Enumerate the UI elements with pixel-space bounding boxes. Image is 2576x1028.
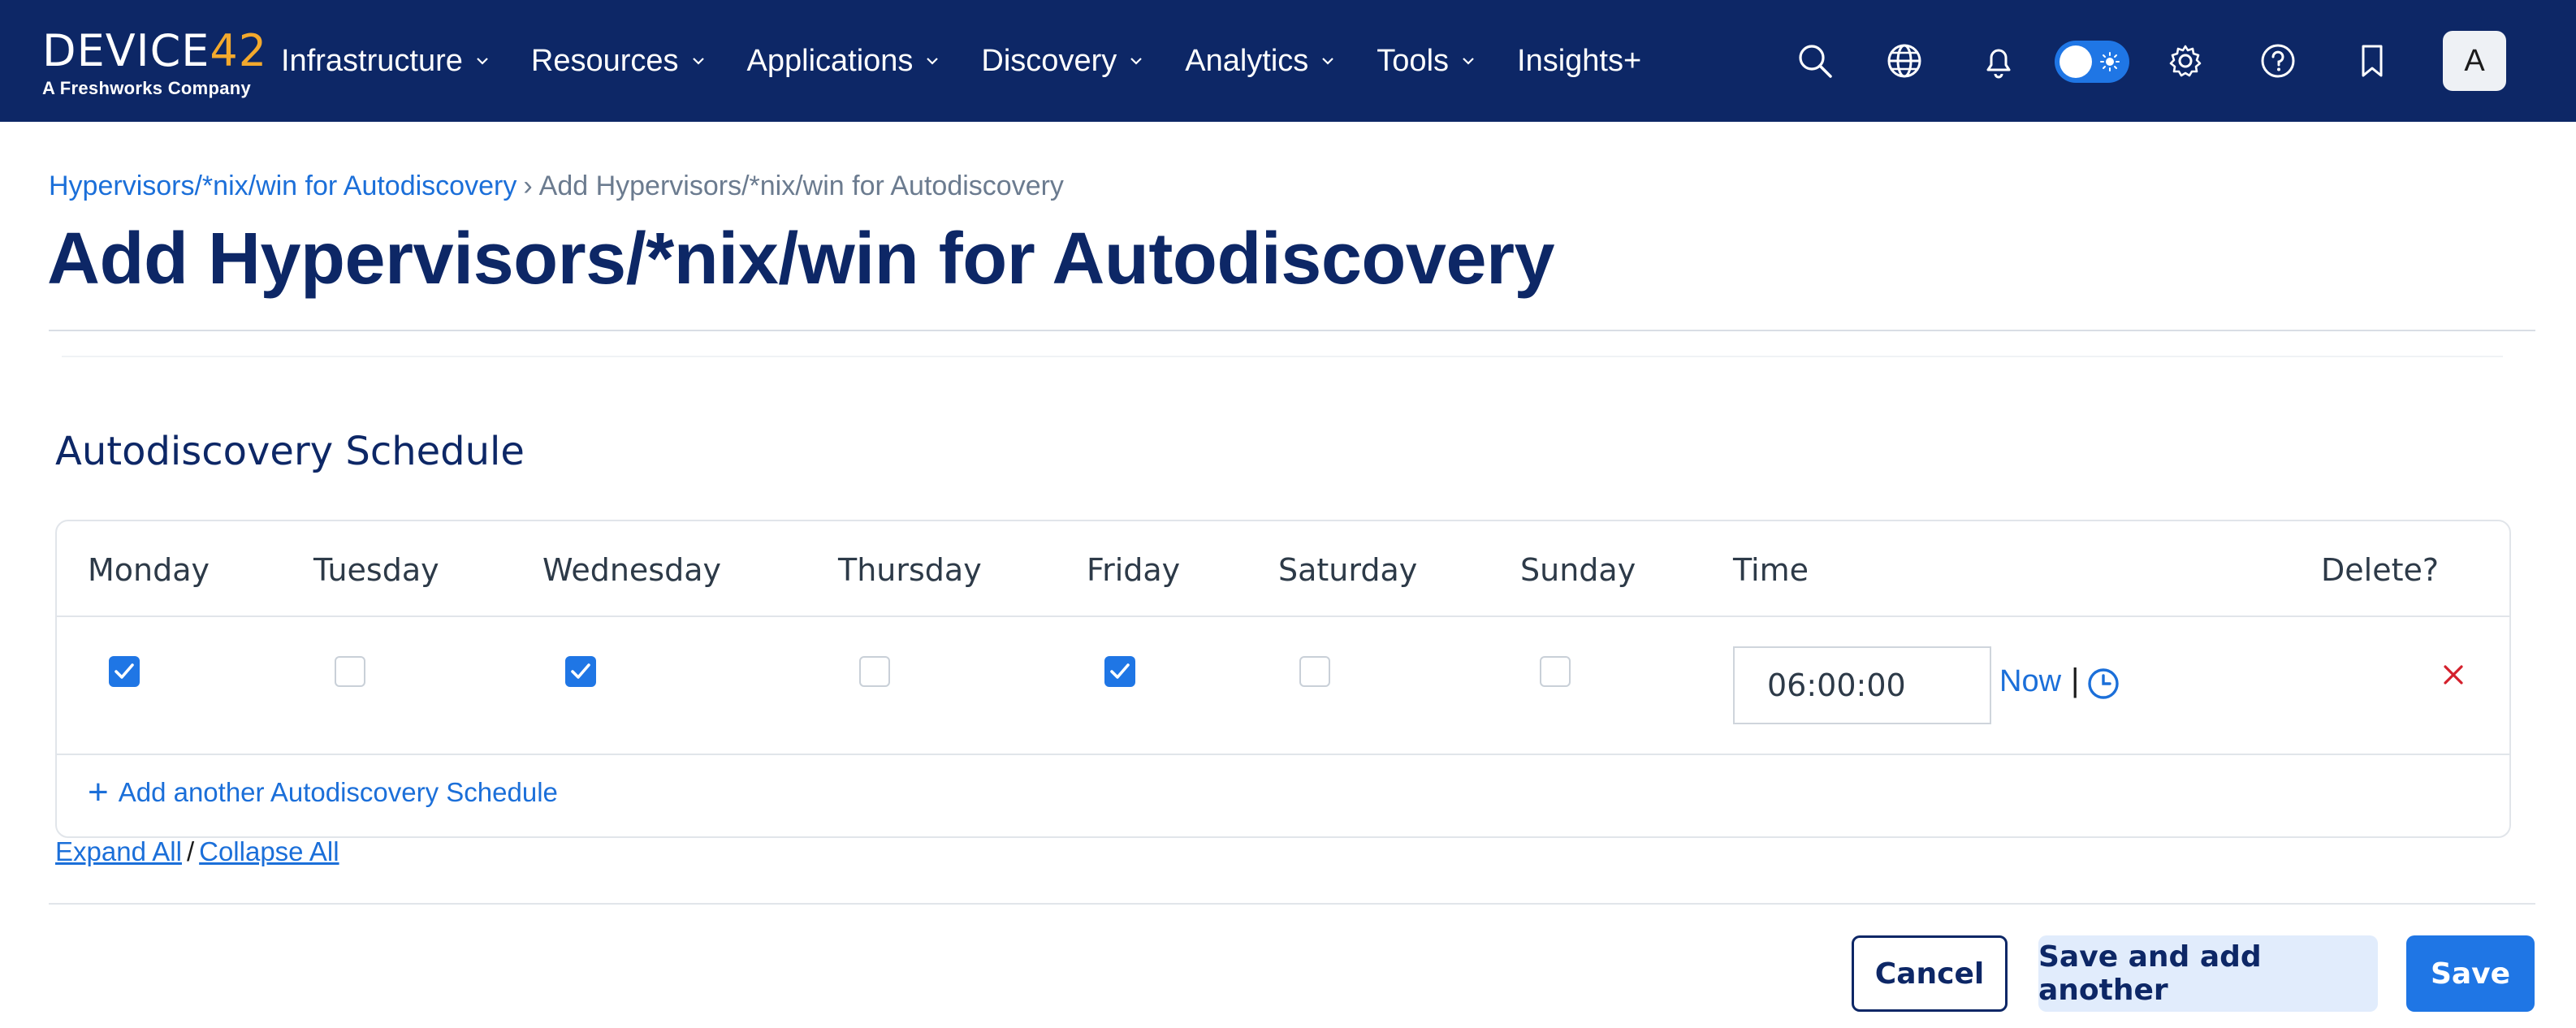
logo-wordmark: DEVICE42 [42,25,268,76]
col-header-thursday: Thursday [838,552,982,588]
save-and-add-another-button[interactable]: Save and add another [2038,935,2378,1012]
sun-icon [2100,52,2120,71]
checkbox-tuesday[interactable] [335,656,365,687]
schedule-row: Now | [57,617,2509,755]
gear-icon[interactable] [2167,42,2204,80]
nav-applications[interactable]: Applications [747,44,941,79]
separator: | [2071,663,2080,698]
checkbox-monday[interactable] [109,656,140,687]
page-title: Add Hypervisors/*nix/win for Autodiscove… [47,218,1555,300]
nav-discovery[interactable]: Discovery [981,44,1144,79]
nav-label: Tools [1377,43,1450,78]
add-schedule-link[interactable]: + Add another Autodiscovery Schedule [88,775,558,810]
col-header-friday: Friday [1087,552,1181,588]
avatar-initial: A [2464,43,2485,78]
clock-icon[interactable] [2087,667,2120,700]
nav-infrastructure[interactable]: Infrastructure [281,44,491,79]
col-header-wednesday: Wednesday [542,552,722,588]
col-header-time: Time [1733,552,1809,588]
add-schedule-label: Add another Autodiscovery Schedule [118,777,558,807]
plus-icon: + [88,772,109,812]
search-icon[interactable] [1796,42,1834,80]
checkmark-icon [115,663,134,679]
delete-row-icon[interactable] [2441,663,2466,687]
checkbox-wednesday[interactable] [565,656,596,687]
checkbox-saturday[interactable] [1299,656,1330,687]
breadcrumb: Hypervisors/*nix/win for Autodiscovery › A… [49,171,1064,202]
bookmark-icon[interactable] [2353,42,2391,80]
cancel-button[interactable]: Cancel [1852,935,2008,1012]
checkmark-icon [571,663,590,679]
chevron-down-icon [1463,58,1474,65]
nav-resources[interactable]: Resources [531,44,707,79]
logo-tagline: A Freshworks Company [42,78,252,98]
col-header-monday: Monday [88,552,210,588]
save-button[interactable]: Save [2406,935,2535,1012]
checkbox-thursday[interactable] [859,656,890,687]
nav-label: Insights+ [1517,43,1642,78]
bell-icon[interactable] [1980,42,2017,80]
col-header-sunday: Sunday [1520,552,1636,588]
breadcrumb-current: Add Hypervisors/*nix/win for Autodiscove… [538,171,1064,201]
checkbox-friday[interactable] [1104,656,1135,687]
nav-label: Analytics [1185,43,1309,78]
main-nav: Infrastructure Resources Applications Di… [281,0,1682,122]
nav-label: Discovery [981,43,1117,78]
header-divider [49,330,2535,331]
device42-logo[interactable]: DEVICE42 A Freshworks Company [42,29,267,99]
checkbox-sunday[interactable] [1540,656,1571,687]
nav-label: Resources [530,43,679,78]
nav-label: Infrastructure [281,43,463,78]
chevron-down-icon [927,58,939,65]
schedule-header-row: Monday Tuesday Wednesday Thursday Friday… [57,521,2509,617]
theme-toggle[interactable] [2055,41,2129,83]
section-divider [62,356,2503,357]
checkmark-icon [1110,663,1130,679]
help-icon[interactable] [2259,42,2297,80]
collapse-all-link[interactable]: Collapse All [199,836,339,866]
chevron-down-icon [692,58,704,65]
col-header-delete: Delete? [2321,552,2440,588]
globe-icon[interactable] [1886,42,1923,80]
col-header-tuesday: Tuesday [313,552,439,588]
nav-tools[interactable]: Tools [1377,44,1476,79]
avatar[interactable]: A [2443,31,2506,91]
nav-analytics[interactable]: Analytics [1185,44,1336,79]
expand-collapse-links: Expand All / Collapse All [55,836,339,867]
chevron-down-icon [1322,58,1334,65]
col-header-saturday: Saturday [1278,552,1418,588]
slash-separator: / [186,836,195,866]
expand-all-link[interactable]: Expand All [55,836,182,866]
now-link[interactable]: Now [1999,664,2061,699]
footer-divider [49,903,2535,905]
breadcrumb-parent-link[interactable]: Hypervisors/*nix/win for Autodiscovery [49,171,516,201]
time-input[interactable] [1733,646,1991,724]
chevron-down-icon [1130,58,1143,65]
section-title: Autodiscovery Schedule [55,429,525,474]
breadcrumb-separator: › [523,171,533,201]
schedule-table: Monday Tuesday Wednesday Thursday Friday… [55,520,2511,838]
toggle-knob [2060,45,2092,78]
chevron-down-icon [477,58,488,65]
nav-insights[interactable]: Insights+ [1517,44,1641,79]
nav-label: Applications [746,43,914,78]
top-navbar: DEVICE42 A Freshworks Company Infrastruc… [0,0,2576,122]
